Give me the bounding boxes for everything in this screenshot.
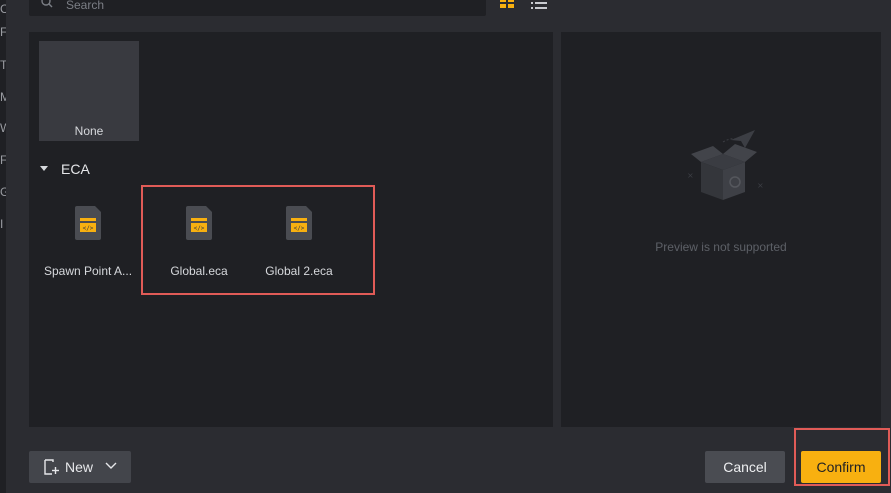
left-strip-letter: W [0,121,6,135]
preview-panel: × × Preview is not supported [561,32,881,427]
search-placeholder: Search [66,0,105,12]
caret-down-icon[interactable] [40,166,48,171]
search-input[interactable]: Search [29,0,486,16]
none-tile-label: None [74,124,104,138]
preview-message: Preview is not supported [655,240,787,254]
section-label: ECA [61,161,90,177]
left-strip-letter: G [0,185,6,199]
svg-text:×: × [687,171,694,180]
left-strip-letter: F [0,25,6,39]
none-tile[interactable]: None [39,41,139,141]
grid-view-icon[interactable] [500,0,514,8]
cancel-button[interactable]: Cancel [705,451,785,483]
eca-file-icon: </> [75,206,101,240]
left-strip-letter: M [0,90,6,104]
left-strip-letter: C [0,2,6,16]
svg-text:×: × [757,181,764,190]
svg-text:</>: </> [83,225,94,232]
search-icon [41,0,53,8]
chevron-down-icon [105,462,117,469]
left-strip-letter: I [0,217,4,231]
left-edge-strip: C F T M W F G I [0,0,6,493]
file-item-spawn-point[interactable]: </> Spawn Point A... [38,198,138,288]
confirm-highlight [794,428,890,486]
new-file-icon [44,459,59,475]
left-strip-letter: F [0,153,6,167]
selection-highlight [141,185,375,295]
left-strip-letter: T [0,58,6,72]
new-button[interactable]: New [29,451,131,483]
list-view-icon[interactable] [531,0,547,9]
new-button-label: New [65,459,94,475]
file-label: Spawn Point A... [43,264,133,278]
empty-box-icon: × × [687,130,764,200]
